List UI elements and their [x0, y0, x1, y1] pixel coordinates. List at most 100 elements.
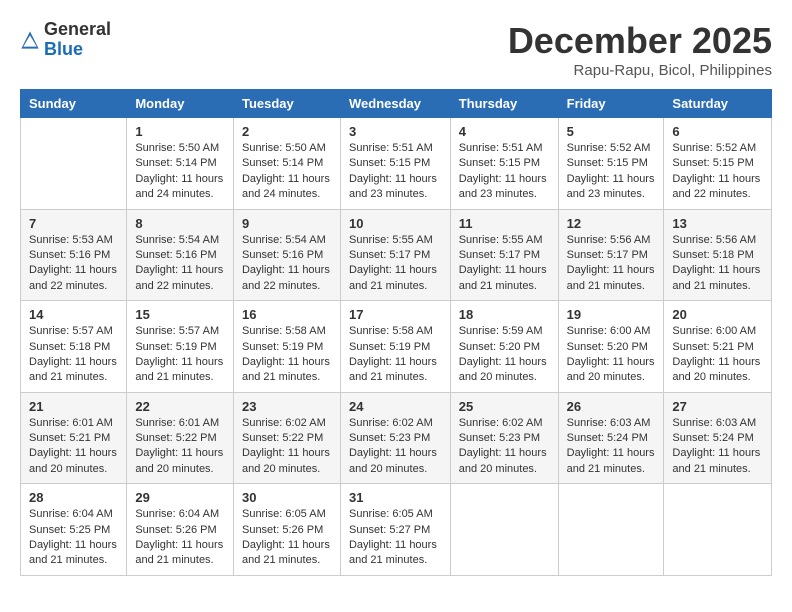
day-info: Sunrise: 5:57 AM Sunset: 5:19 PM Dayligh…: [135, 324, 225, 386]
day-info: Sunrise: 6:04 AM Sunset: 5:25 PM Dayligh…: [29, 507, 118, 569]
cell-w4-d1: 22 Sunrise: 6:01 AM Sunset: 5:22 PM Dayl…: [127, 392, 234, 484]
day-info: Sunrise: 5:50 AM Sunset: 5:14 PM Dayligh…: [135, 141, 225, 203]
sunset: Sunset: 5:15 PM: [349, 157, 430, 169]
cell-w2-d3: 10 Sunrise: 5:55 AM Sunset: 5:17 PM Dayl…: [340, 209, 450, 301]
day-info: Sunrise: 5:58 AM Sunset: 5:19 PM Dayligh…: [242, 324, 332, 386]
day-info: Sunrise: 5:55 AM Sunset: 5:17 PM Dayligh…: [459, 233, 550, 295]
day-info: Sunrise: 6:01 AM Sunset: 5:21 PM Dayligh…: [29, 416, 118, 478]
day-info: Sunrise: 6:01 AM Sunset: 5:22 PM Dayligh…: [135, 416, 225, 478]
week-row-3: 14 Sunrise: 5:57 AM Sunset: 5:18 PM Dayl…: [21, 301, 772, 393]
day-info: Sunrise: 5:51 AM Sunset: 5:15 PM Dayligh…: [349, 141, 442, 203]
sunrise: Sunrise: 5:54 AM: [242, 234, 326, 246]
cell-w1-d4: 4 Sunrise: 5:51 AM Sunset: 5:15 PM Dayli…: [450, 118, 558, 210]
day-number: 5: [567, 124, 656, 139]
day-info: Sunrise: 6:04 AM Sunset: 5:26 PM Dayligh…: [135, 507, 225, 569]
header: General Blue December 2025 Rapu-Rapu, Bi…: [20, 20, 772, 79]
daylight: Daylight: 11 hours and 20 minutes.: [349, 447, 437, 474]
day-info: Sunrise: 5:56 AM Sunset: 5:18 PM Dayligh…: [672, 233, 763, 295]
daylight: Daylight: 11 hours and 21 minutes.: [672, 447, 760, 474]
day-info: Sunrise: 6:02 AM Sunset: 5:23 PM Dayligh…: [349, 416, 442, 478]
day-number: 24: [349, 399, 442, 414]
day-info: Sunrise: 6:03 AM Sunset: 5:24 PM Dayligh…: [672, 416, 763, 478]
cell-w2-d4: 11 Sunrise: 5:55 AM Sunset: 5:17 PM Dayl…: [450, 209, 558, 301]
daylight: Daylight: 11 hours and 21 minutes.: [349, 356, 437, 383]
cell-w5-d6: [664, 484, 772, 576]
sunrise: Sunrise: 5:51 AM: [459, 142, 543, 154]
week-row-1: 1 Sunrise: 5:50 AM Sunset: 5:14 PM Dayli…: [21, 118, 772, 210]
daylight: Daylight: 11 hours and 21 minutes.: [242, 356, 330, 383]
sunset: Sunset: 5:14 PM: [135, 157, 216, 169]
cell-w2-d0: 7 Sunrise: 5:53 AM Sunset: 5:16 PM Dayli…: [21, 209, 127, 301]
day-info: Sunrise: 5:54 AM Sunset: 5:16 PM Dayligh…: [242, 233, 332, 295]
header-wednesday: Wednesday: [340, 90, 450, 118]
daylight: Daylight: 11 hours and 20 minutes.: [242, 447, 330, 474]
day-number: 21: [29, 399, 118, 414]
cell-w1-d3: 3 Sunrise: 5:51 AM Sunset: 5:15 PM Dayli…: [340, 118, 450, 210]
day-number: 26: [567, 399, 656, 414]
sunrise: Sunrise: 6:02 AM: [242, 417, 326, 429]
daylight: Daylight: 11 hours and 20 minutes.: [459, 356, 547, 383]
daylight: Daylight: 11 hours and 22 minutes.: [29, 264, 117, 291]
daylight: Daylight: 11 hours and 21 minutes.: [29, 356, 117, 383]
sunrise: Sunrise: 5:55 AM: [349, 234, 433, 246]
logo-icon: [20, 30, 40, 50]
day-info: Sunrise: 6:02 AM Sunset: 5:23 PM Dayligh…: [459, 416, 550, 478]
day-number: 3: [349, 124, 442, 139]
daylight: Daylight: 11 hours and 23 minutes.: [459, 173, 547, 200]
cell-w1-d5: 5 Sunrise: 5:52 AM Sunset: 5:15 PM Dayli…: [558, 118, 664, 210]
week-row-4: 21 Sunrise: 6:01 AM Sunset: 5:21 PM Dayl…: [21, 392, 772, 484]
sunrise: Sunrise: 6:04 AM: [135, 508, 219, 520]
day-info: Sunrise: 5:51 AM Sunset: 5:15 PM Dayligh…: [459, 141, 550, 203]
logo: General Blue: [20, 20, 111, 60]
sunrise: Sunrise: 6:00 AM: [567, 325, 651, 337]
day-number: 8: [135, 216, 225, 231]
day-number: 13: [672, 216, 763, 231]
day-number: 11: [459, 216, 550, 231]
day-info: Sunrise: 5:50 AM Sunset: 5:14 PM Dayligh…: [242, 141, 332, 203]
day-number: 20: [672, 307, 763, 322]
week-row-5: 28 Sunrise: 6:04 AM Sunset: 5:25 PM Dayl…: [21, 484, 772, 576]
cell-w5-d3: 31 Sunrise: 6:05 AM Sunset: 5:27 PM Dayl…: [340, 484, 450, 576]
sunset: Sunset: 5:15 PM: [459, 157, 540, 169]
sunrise: Sunrise: 5:57 AM: [29, 325, 113, 337]
cell-w4-d0: 21 Sunrise: 6:01 AM Sunset: 5:21 PM Dayl…: [21, 392, 127, 484]
sunset: Sunset: 5:15 PM: [672, 157, 753, 169]
day-number: 12: [567, 216, 656, 231]
sunrise: Sunrise: 5:51 AM: [349, 142, 433, 154]
day-number: 22: [135, 399, 225, 414]
logo-text: General Blue: [44, 20, 111, 60]
sunset: Sunset: 5:20 PM: [567, 341, 648, 353]
cell-w2-d2: 9 Sunrise: 5:54 AM Sunset: 5:16 PM Dayli…: [233, 209, 340, 301]
sunrise: Sunrise: 5:59 AM: [459, 325, 543, 337]
cell-w4-d6: 27 Sunrise: 6:03 AM Sunset: 5:24 PM Dayl…: [664, 392, 772, 484]
daylight: Daylight: 11 hours and 23 minutes.: [567, 173, 655, 200]
sunset: Sunset: 5:19 PM: [242, 341, 323, 353]
header-friday: Friday: [558, 90, 664, 118]
daylight: Daylight: 11 hours and 21 minutes.: [349, 539, 437, 566]
daylight: Daylight: 11 hours and 21 minutes.: [29, 539, 117, 566]
header-sunday: Sunday: [21, 90, 127, 118]
sunset: Sunset: 5:26 PM: [135, 524, 216, 536]
location: Rapu-Rapu, Bicol, Philippines: [508, 62, 772, 79]
cell-w5-d4: [450, 484, 558, 576]
cell-w4-d3: 24 Sunrise: 6:02 AM Sunset: 5:23 PM Dayl…: [340, 392, 450, 484]
header-monday: Monday: [127, 90, 234, 118]
sunrise: Sunrise: 5:57 AM: [135, 325, 219, 337]
day-number: 10: [349, 216, 442, 231]
sunrise: Sunrise: 5:50 AM: [135, 142, 219, 154]
day-number: 9: [242, 216, 332, 231]
day-info: Sunrise: 5:56 AM Sunset: 5:17 PM Dayligh…: [567, 233, 656, 295]
sunset: Sunset: 5:23 PM: [349, 432, 430, 444]
sunset: Sunset: 5:18 PM: [29, 341, 110, 353]
day-number: 19: [567, 307, 656, 322]
daylight: Daylight: 11 hours and 21 minutes.: [242, 539, 330, 566]
cell-w5-d2: 30 Sunrise: 6:05 AM Sunset: 5:26 PM Dayl…: [233, 484, 340, 576]
daylight: Daylight: 11 hours and 24 minutes.: [135, 173, 223, 200]
day-info: Sunrise: 6:00 AM Sunset: 5:20 PM Dayligh…: [567, 324, 656, 386]
day-number: 25: [459, 399, 550, 414]
sunrise: Sunrise: 5:56 AM: [567, 234, 651, 246]
sunrise: Sunrise: 5:55 AM: [459, 234, 543, 246]
sunset: Sunset: 5:16 PM: [135, 249, 216, 261]
sunset: Sunset: 5:14 PM: [242, 157, 323, 169]
cell-w3-d4: 18 Sunrise: 5:59 AM Sunset: 5:20 PM Dayl…: [450, 301, 558, 393]
